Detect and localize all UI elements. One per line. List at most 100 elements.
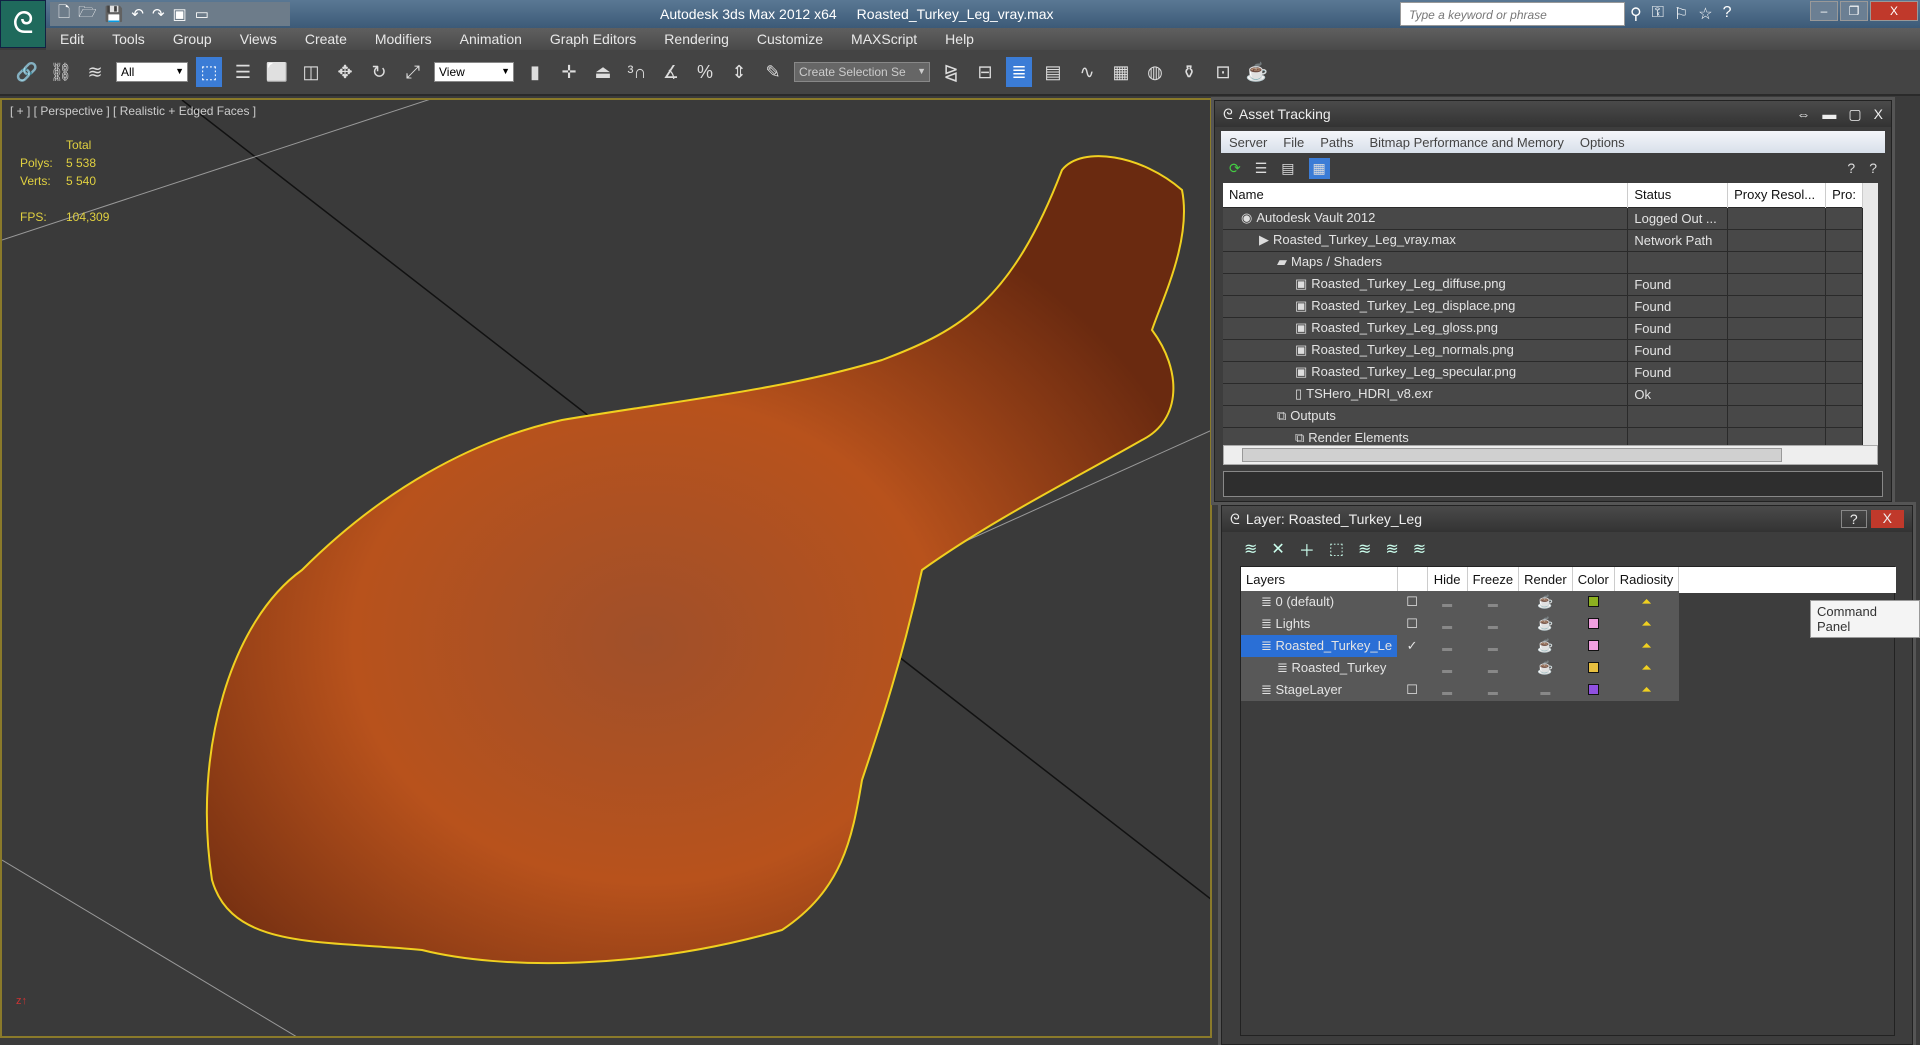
layer-column-header[interactable]: Hide: [1427, 567, 1468, 591]
keyboard-shortcut-icon[interactable]: ⏏: [590, 57, 616, 87]
window-crossing-icon[interactable]: ◫: [298, 57, 324, 87]
menu-create[interactable]: Create: [291, 31, 361, 47]
radiosity-icon[interactable]: ⏶: [1614, 679, 1679, 701]
asset-tracking-titlebar[interactable]: ᘓ Asset Tracking ⇔ ▬ ▢ X: [1215, 101, 1891, 127]
reference-coord-dropdown[interactable]: View: [434, 62, 514, 82]
freeze-toggle[interactable]: ▬: [1467, 657, 1519, 679]
minimize-button[interactable]: –: [1810, 1, 1838, 21]
edit-named-selection-icon[interactable]: ✎: [760, 57, 786, 87]
freeze-all-icon[interactable]: ≋: [1413, 539, 1426, 559]
rotate-icon[interactable]: ↻: [366, 57, 392, 87]
radiosity-icon[interactable]: ⏶: [1614, 591, 1679, 613]
mirror-icon[interactable]: ⧎: [938, 57, 964, 87]
asset-row[interactable]: ⧉ Outputs: [1223, 404, 1863, 428]
asset-row[interactable]: ▣ Roasted_Turkey_Leg_displace.png Found: [1223, 294, 1863, 318]
radiosity-icon[interactable]: ⏶: [1614, 613, 1679, 635]
table-view-icon[interactable]: ▦: [1308, 157, 1330, 179]
layer-row[interactable]: ≣ Roasted_Turkey_Le ✓ ▬ ▬ ☕ ⏶: [1241, 635, 1679, 657]
asset-menu-item[interactable]: File: [1275, 135, 1312, 150]
render-teapot-icon[interactable]: ▬: [1518, 679, 1573, 701]
bind-spacewarp-icon[interactable]: ≋: [82, 57, 108, 87]
layer-color-swatch[interactable]: [1572, 679, 1615, 701]
asset-row[interactable]: ▣ Roasted_Turkey_Leg_gloss.png Found: [1223, 316, 1863, 340]
scale-icon[interactable]: ⤢: [400, 57, 426, 87]
minimize-icon[interactable]: ▬: [1822, 106, 1836, 123]
layer-column-header[interactable]: Radiosity: [1614, 567, 1680, 591]
selection-filter-dropdown[interactable]: All: [116, 62, 188, 82]
link-icon[interactable]: 🔗: [14, 57, 40, 87]
redo-icon[interactable]: ↷: [152, 5, 165, 23]
star-icon[interactable]: ☆: [1698, 4, 1712, 24]
schematic-view-icon[interactable]: ▦: [1108, 57, 1134, 87]
active-layer-toggle[interactable]: [1397, 657, 1428, 679]
select-by-name-icon[interactable]: ☰: [230, 57, 256, 87]
column-header[interactable]: Name: [1223, 183, 1629, 207]
asset-row[interactable]: ▣ Roasted_Turkey_Leg_diffuse.png Found: [1223, 272, 1863, 296]
layer-color-swatch[interactable]: [1572, 657, 1615, 679]
hide-toggle[interactable]: ▬: [1427, 657, 1468, 679]
layer-row[interactable]: ≣ StageLayer ☐ ▬ ▬ ▬ ⏶: [1241, 679, 1679, 701]
horizontal-scrollbar[interactable]: [1223, 445, 1878, 465]
asset-row[interactable]: ▯ TSHero_HDRI_v8.exr Ok: [1223, 382, 1863, 406]
close-button[interactable]: X: [1870, 510, 1904, 528]
active-layer-toggle[interactable]: ☐: [1397, 613, 1428, 635]
active-layer-toggle[interactable]: ☐: [1397, 591, 1428, 613]
delete-layer-icon[interactable]: ✕: [1271, 539, 1284, 559]
add-to-layer-icon[interactable]: ＋: [1299, 537, 1315, 561]
active-layer-toggle[interactable]: ✓: [1397, 635, 1428, 657]
menu-help[interactable]: Help: [931, 31, 988, 47]
menu-customize[interactable]: Customize: [743, 31, 837, 47]
render-teapot-icon[interactable]: ☕: [1518, 635, 1573, 657]
move-icon[interactable]: ✥: [332, 57, 358, 87]
layer-column-header[interactable]: Color: [1572, 567, 1615, 591]
asset-row[interactable]: ▣ Roasted_Turkey_Leg_normals.png Found: [1223, 338, 1863, 362]
help-icon[interactable]: ?: [1847, 160, 1855, 176]
context-help-icon[interactable]: ?: [1869, 160, 1877, 176]
active-layer-toggle[interactable]: ☐: [1397, 679, 1428, 701]
close-button[interactable]: X: [1870, 1, 1918, 21]
asset-row[interactable]: ⧉ Render Elements: [1223, 426, 1863, 445]
layer-color-swatch[interactable]: [1572, 635, 1615, 657]
maximize-button[interactable]: ❐: [1840, 1, 1868, 21]
layer-manager-icon[interactable]: ≣: [1006, 57, 1032, 87]
unlink-icon[interactable]: ⛓: [48, 57, 74, 87]
spinner-snap-icon[interactable]: ⇕: [726, 57, 752, 87]
hide-toggle[interactable]: ▬: [1427, 679, 1468, 701]
project-icon[interactable]: ▣: [173, 5, 187, 23]
satellite-icon[interactable]: ⚐: [1674, 4, 1688, 24]
render-setup-icon[interactable]: ⚱: [1176, 57, 1202, 87]
tree-view-icon[interactable]: ▤: [1281, 160, 1294, 177]
select-object-icon[interactable]: ⬚: [196, 57, 222, 87]
hide-all-icon[interactable]: ≋: [1385, 539, 1398, 559]
menu-animation[interactable]: Animation: [446, 31, 536, 47]
menu-group[interactable]: Group: [159, 31, 226, 47]
binoculars-icon[interactable]: ⚲: [1630, 4, 1642, 24]
render-icon[interactable]: ☕: [1244, 57, 1270, 87]
key-icon[interactable]: ⚿: [1652, 4, 1664, 24]
radiosity-icon[interactable]: ⏶: [1614, 657, 1679, 679]
highlight-layer-icon[interactable]: ≋: [1358, 539, 1371, 559]
named-selection-dropdown[interactable]: Create Selection Se: [794, 62, 930, 82]
asset-menu-item[interactable]: Bitmap Performance and Memory: [1362, 135, 1572, 150]
asset-row[interactable]: ◉ Autodesk Vault 2012 Logged Out ...: [1223, 206, 1863, 230]
layer-column-header[interactable]: Freeze: [1467, 567, 1520, 591]
column-header[interactable]: Pro:: [1825, 183, 1863, 207]
asset-menu-item[interactable]: Options: [1572, 135, 1633, 150]
pivot-icon[interactable]: ▮: [522, 57, 548, 87]
asset-menu-item[interactable]: Server: [1221, 135, 1275, 150]
maximize-icon[interactable]: ▢: [1848, 106, 1861, 123]
undo-icon[interactable]: ↶: [131, 5, 144, 23]
select-in-layer-icon[interactable]: ⬚: [1329, 539, 1344, 559]
radiosity-icon[interactable]: ⏶: [1614, 635, 1679, 657]
close-icon[interactable]: X: [1874, 106, 1883, 123]
layer-row[interactable]: ≣ Lights ☐ ▬ ▬ ☕ ⏶: [1241, 613, 1679, 635]
hide-toggle[interactable]: ▬: [1427, 591, 1468, 613]
dock-icon[interactable]: ⇔: [1796, 106, 1810, 123]
hide-toggle[interactable]: ▬: [1427, 635, 1468, 657]
menu-edit[interactable]: Edit: [46, 31, 98, 47]
asset-menu-item[interactable]: Paths: [1312, 135, 1361, 150]
layer-column-header[interactable]: Render: [1518, 567, 1573, 591]
render-teapot-icon[interactable]: ☕: [1518, 657, 1573, 679]
save-icon[interactable]: 💾: [105, 5, 124, 23]
help-icon[interactable]: ?: [1723, 4, 1732, 24]
